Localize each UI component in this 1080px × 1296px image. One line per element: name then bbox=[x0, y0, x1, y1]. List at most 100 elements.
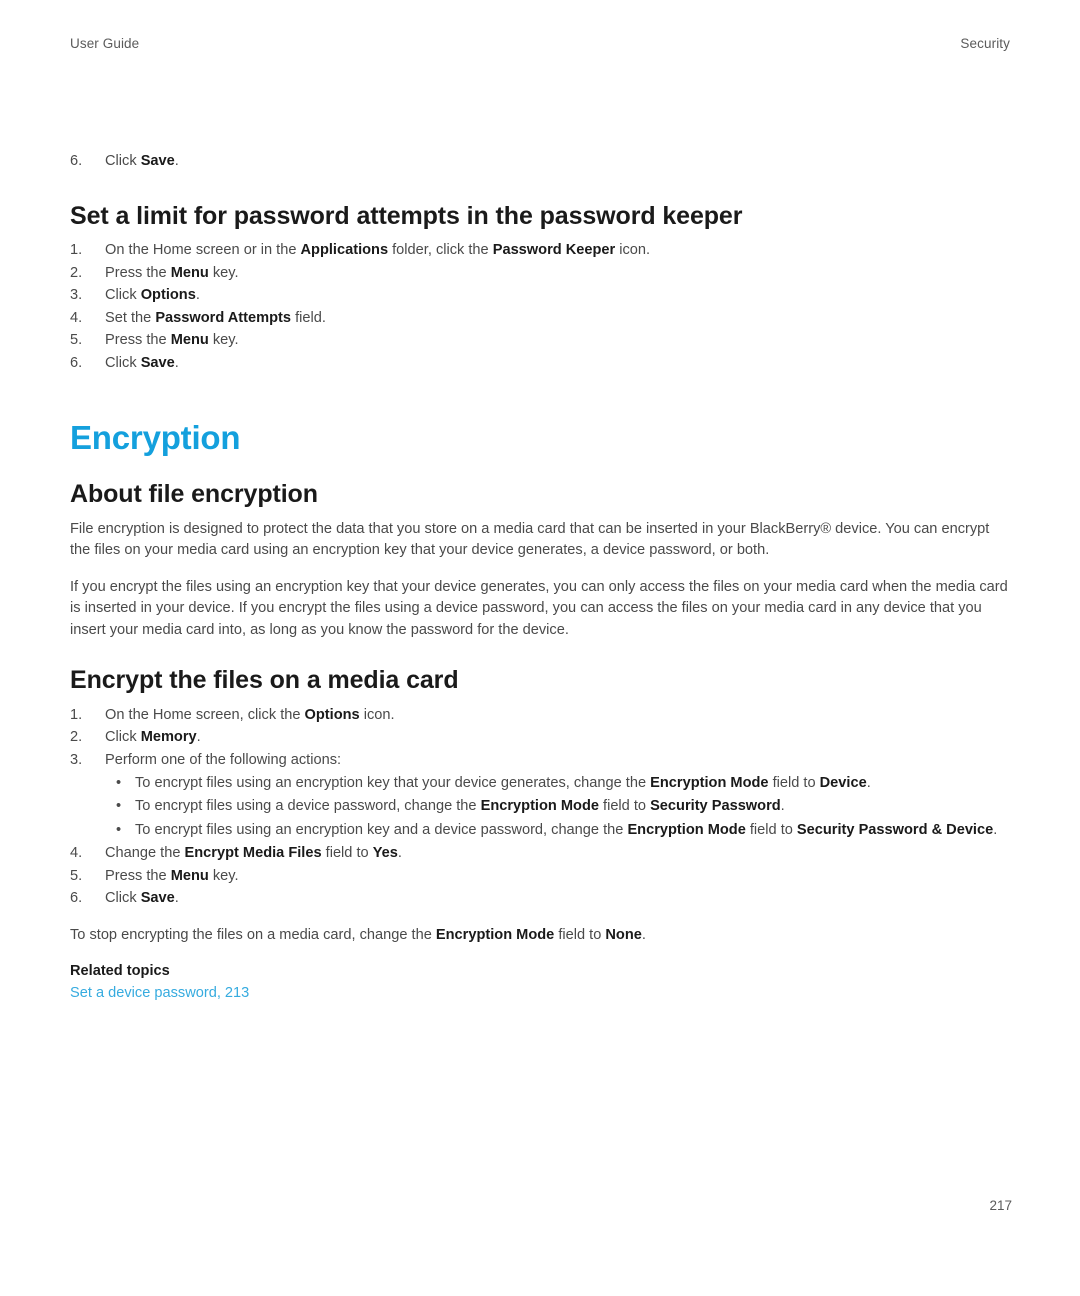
step-number: 5. bbox=[70, 867, 83, 884]
emphasis-term: Encryption Mode bbox=[650, 774, 769, 791]
bullet-icon: • bbox=[116, 821, 122, 838]
step-number: 2. bbox=[70, 264, 83, 281]
paragraph-about-1: File encryption is designed to protect t… bbox=[70, 520, 990, 559]
list-item: 1. On the Home screen, click the Options … bbox=[70, 704, 1012, 727]
step-number: 6. bbox=[70, 153, 83, 169]
list-item: 6. Click Save. bbox=[70, 887, 1012, 910]
heading-about-file-encryption: About file encryption bbox=[70, 480, 318, 509]
heading-set-password-limit: Set a limit for password attempts in the… bbox=[70, 201, 743, 230]
step-text: Click Save. bbox=[105, 355, 179, 372]
emphasis-term: Menu bbox=[170, 867, 209, 884]
emphasis-term: Encrypt Media Files bbox=[184, 845, 322, 862]
step-text: Click Memory. bbox=[105, 729, 201, 746]
emphasis-term: Applications bbox=[300, 242, 389, 259]
emphasis-term: None bbox=[605, 926, 642, 943]
emphasis-term: Save bbox=[140, 890, 175, 907]
page-folio: 217 bbox=[70, 1198, 1012, 1213]
document-page: User Guide Security 6. Click Save. Set a… bbox=[0, 0, 1080, 1296]
step-text: Press the Menu key. bbox=[105, 264, 239, 281]
related-topic-link[interactable]: Set a device password, 213 bbox=[70, 982, 249, 1004]
list-item: 3. Perform one of the following actions: bbox=[70, 749, 1012, 772]
step-number: 4. bbox=[70, 845, 83, 862]
step-text: On the Home screen, click the Options ic… bbox=[105, 706, 395, 723]
running-head: User Guide Security bbox=[70, 36, 1010, 51]
bullet-text: To encrypt files using an encryption key… bbox=[135, 821, 998, 838]
list-item: 4. Set the Password Attempts field. bbox=[70, 307, 1012, 330]
step-text: Press the Menu key. bbox=[105, 332, 239, 349]
running-head-left: User Guide bbox=[70, 36, 140, 51]
emphasis-term: Options bbox=[304, 706, 360, 723]
step-number: 1. bbox=[70, 242, 83, 259]
step-text: Set the Password Attempts field. bbox=[105, 309, 326, 326]
emphasis-term: Password Keeper bbox=[492, 242, 616, 259]
list-item: • To encrypt files using an encryption ke… bbox=[113, 772, 1012, 796]
step-number: 5. bbox=[70, 332, 83, 349]
step-number: 2. bbox=[70, 729, 83, 746]
list-item: 2. Click Memory. bbox=[70, 726, 1012, 749]
bullets-encryption-mode: • To encrypt files using an encryption ke… bbox=[70, 772, 1012, 843]
running-head-right: Security bbox=[960, 36, 1010, 51]
emphasis-term: Password Attempts bbox=[155, 309, 292, 326]
bullet-text: To encrypt files using a device password… bbox=[135, 798, 785, 815]
paragraph-about-2: If you encrypt the files using an encryp… bbox=[70, 578, 1008, 638]
chapter-title-encryption: Encryption bbox=[70, 418, 241, 456]
step-number: 6. bbox=[70, 355, 83, 372]
steps-encrypt-media-card-rest: 4. Change the Encrypt Media Files field t… bbox=[70, 842, 1012, 910]
step-text: Press the Menu key. bbox=[105, 867, 239, 884]
bullet-text: To encrypt files using an encryption key… bbox=[135, 774, 871, 791]
emphasis-term: Menu bbox=[170, 264, 209, 281]
emphasis-term: Encryption Mode bbox=[435, 926, 555, 943]
list-item: 3. Click Options. bbox=[70, 284, 1012, 307]
step-text: Click Save. bbox=[105, 890, 179, 907]
emphasis-term: Menu bbox=[170, 332, 209, 349]
emphasis-term: Options bbox=[140, 287, 196, 304]
emphasis-term: Save bbox=[140, 355, 175, 372]
list-item: 6. Click Save. bbox=[70, 352, 1012, 375]
step-number: 4. bbox=[70, 309, 83, 326]
page-number: 217 bbox=[989, 1198, 1012, 1213]
list-item: • To encrypt files using an encryption ke… bbox=[113, 819, 1012, 843]
list-item: • To encrypt files using a device passwor… bbox=[113, 795, 1012, 819]
page-content: 6. Click Save. Set a limit for password … bbox=[70, 150, 1012, 1004]
emphasis-term: Save bbox=[140, 153, 175, 169]
step-text: Click Options. bbox=[105, 287, 200, 304]
emphasis-term: Encryption Mode bbox=[480, 798, 599, 815]
step-number: 3. bbox=[70, 751, 83, 768]
step-text: Perform one of the following actions: bbox=[105, 751, 342, 768]
list-item: 2. Press the Menu key. bbox=[70, 262, 1012, 285]
steps-password-keeper: 1. On the Home screen or in the Applicati… bbox=[70, 239, 1012, 375]
list-item: 4. Change the Encrypt Media Files field t… bbox=[70, 842, 1012, 865]
list-item: 5. Press the Menu key. bbox=[70, 329, 1012, 352]
step-number: 6. bbox=[70, 890, 83, 907]
list-item: 1. On the Home screen or in the Applicati… bbox=[70, 239, 1012, 262]
bullet-icon: • bbox=[116, 774, 122, 791]
paragraph-stop-encrypting: To stop encrypting the files on a media … bbox=[70, 926, 646, 943]
step-text: Click Save. bbox=[105, 153, 179, 169]
heading-encrypt-media-card: Encrypt the files on a media card bbox=[70, 666, 459, 695]
steps-encrypt-media-card-first: 1. On the Home screen, click the Options … bbox=[70, 704, 1012, 772]
step-text: Change the Encrypt Media Files field to … bbox=[105, 845, 402, 862]
emphasis-term: Security Password bbox=[650, 798, 781, 815]
list-item: 5. Press the Menu key. bbox=[70, 865, 1012, 888]
step-number: 1. bbox=[70, 706, 83, 723]
emphasis-term: Device bbox=[819, 774, 867, 791]
emphasis-term: Memory bbox=[140, 729, 197, 746]
orphan-step-list: 6. Click Save. bbox=[70, 150, 1012, 173]
related-topics-title: Related topics bbox=[70, 963, 170, 980]
emphasis-term: Encryption Mode bbox=[627, 821, 746, 838]
emphasis-term: Yes bbox=[372, 845, 398, 862]
list-item: 6. Click Save. bbox=[70, 150, 1012, 173]
step-number: 3. bbox=[70, 287, 83, 304]
bullet-icon: • bbox=[116, 798, 122, 815]
step-text: On the Home screen or in the Application… bbox=[105, 242, 651, 259]
